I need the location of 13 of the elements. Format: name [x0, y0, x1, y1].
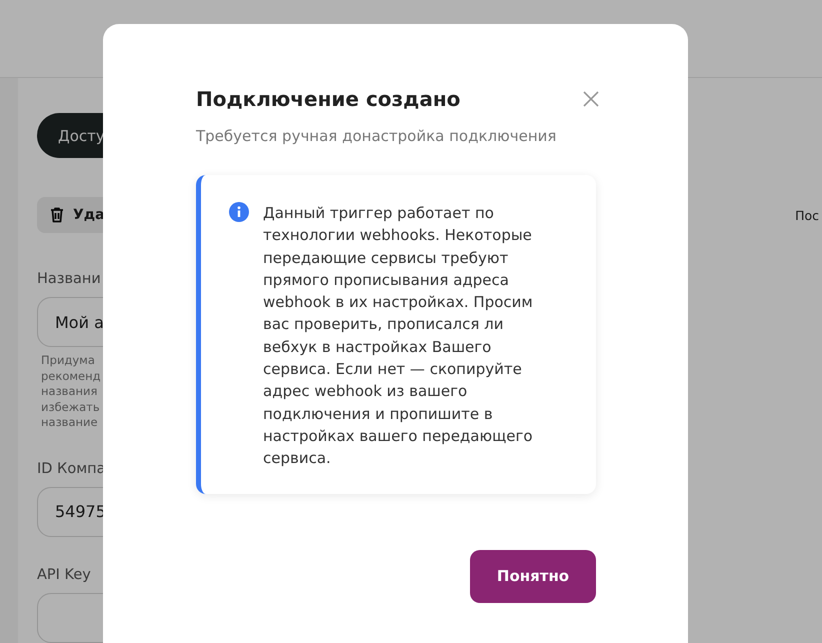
close-button[interactable]	[582, 90, 600, 108]
dialog-subtitle: Требуется ручная донастройка подключения	[196, 127, 558, 145]
close-icon	[582, 90, 600, 108]
header-text: Пос	[795, 208, 819, 223]
field-label: Названи	[37, 271, 101, 288]
field-label: ID Компа	[37, 460, 106, 477]
field-hint: Придума рекоменд названия избежать название	[41, 353, 101, 431]
info-icon	[229, 202, 249, 222]
dialog-title: Подключение создано	[196, 87, 460, 111]
trash-icon	[50, 207, 64, 224]
info-text: Данный триггер работает по технологии webhooks. Некоторые передающие сервисы требуют прямого прописывания адреса webhook в их настройках. Просим вас проверить, прописался ли вебхук в настройках Вашего сервиса. Если нет — скопируйте адрес webhook из вашего подключения и пропишите в настройках вашего передающего сервиса.	[263, 203, 534, 470]
field-label: API Key	[37, 566, 91, 583]
confirm-button[interactable]: Понятно	[470, 550, 596, 603]
